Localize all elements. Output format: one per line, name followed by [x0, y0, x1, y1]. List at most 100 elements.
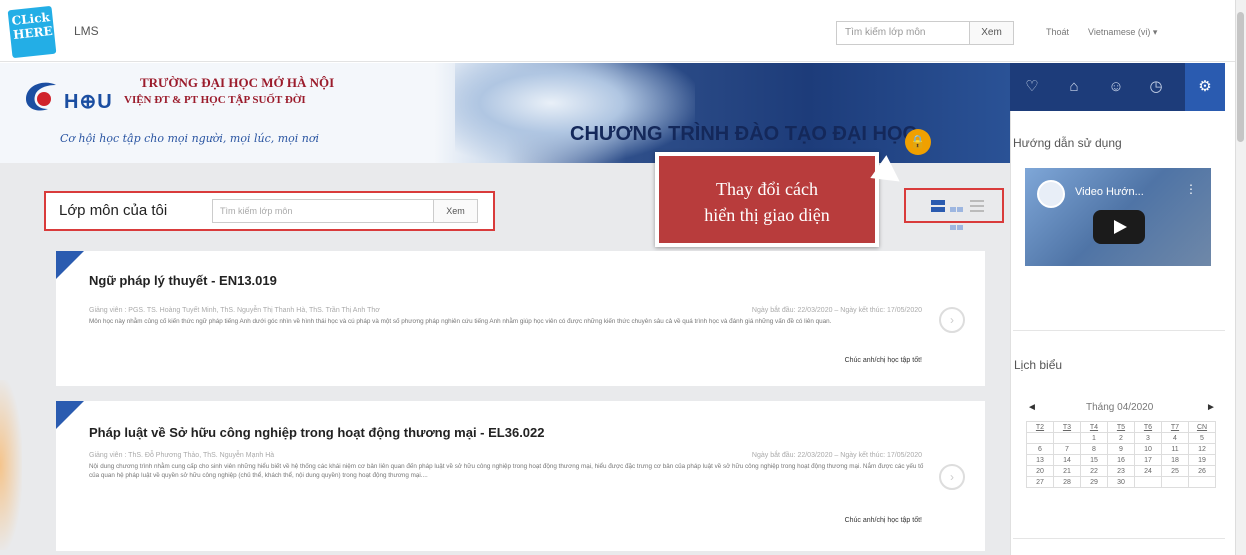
calendar-day[interactable]: 30 — [1107, 476, 1135, 488]
calendar-day[interactable] — [1161, 476, 1189, 488]
hou-logo-text: H⊕U — [64, 91, 113, 113]
gear-icon: ⚙ — [1198, 78, 1212, 95]
calendar-title: Lịch biểu — [1014, 358, 1063, 372]
app-name[interactable]: LMS — [74, 24, 99, 38]
weekday: T6 — [1134, 421, 1162, 433]
slogan: Cơ hội học tập cho mọi người, mọi lúc, m… — [60, 132, 320, 145]
calendar-day[interactable] — [1026, 432, 1054, 444]
calendar-day[interactable]: 7 — [1053, 443, 1081, 455]
calendar-day[interactable]: 24 — [1134, 465, 1162, 477]
card-corner-marker — [56, 251, 84, 279]
chevron-right-icon[interactable]: › — [939, 464, 965, 490]
clock-icon[interactable]: ◷ — [1146, 77, 1166, 97]
calendar-day[interactable]: 6 — [1026, 443, 1054, 455]
top-search-button[interactable]: Xem — [970, 21, 1014, 45]
course-teachers: Giảng viên : PGS. TS. Hoàng Tuyết Minh, … — [89, 307, 380, 314]
course-teachers: Giảng viên : ThS. Đỗ Phương Thảo, ThS. N… — [89, 452, 275, 459]
callout-line1: Thay đổi cách — [716, 179, 818, 199]
calendar-day[interactable]: 9 — [1107, 443, 1135, 455]
calendar-weekday-row: T2 T3 T4 T5 T6 T7 CN — [1026, 421, 1216, 433]
calendar-prev-button[interactable]: ◄ — [1027, 402, 1037, 413]
calendar-day[interactable] — [1053, 432, 1081, 444]
calendar-day[interactable]: 28 — [1053, 476, 1081, 488]
calendar-day[interactable]: 29 — [1080, 476, 1108, 488]
play-button[interactable] — [1093, 210, 1145, 244]
course-dates: Ngày bắt đầu: 22/03/2020 – Ngày kết thúc… — [751, 307, 922, 314]
list-view-icon[interactable] — [970, 200, 984, 212]
top-search-input[interactable]: Tìm kiếm lớp môn — [836, 21, 970, 45]
course-dates: Ngày bắt đầu: 22/03/2020 – Ngày kết thúc… — [751, 452, 922, 459]
more-options-icon[interactable]: ⋮ — [1185, 182, 1197, 196]
calendar-day[interactable]: 3 — [1134, 432, 1162, 444]
calendar-month[interactable]: Tháng 04/2020 — [1086, 402, 1153, 413]
calendar-day[interactable]: 13 — [1026, 454, 1054, 466]
top-navbar: CLick HERE LMS Tìm kiếm lớp môn Xem Thoá… — [0, 0, 1246, 62]
calendar-week: 1 2 3 4 5 — [1026, 432, 1216, 444]
calendar-week: 6 7 8 9 10 11 12 — [1026, 443, 1216, 455]
chevron-right-icon[interactable]: › — [939, 307, 965, 333]
user-icon[interactable]: ☺ — [1106, 77, 1126, 97]
calendar-day[interactable]: 17 — [1134, 454, 1162, 466]
calendar-day[interactable]: 10 — [1134, 443, 1162, 455]
settings-tab[interactable]: ⚙ — [1185, 63, 1225, 111]
decorative-glow — [0, 380, 22, 550]
course-description: Môn học này nhằm củng cố kiến thức ngữ p… — [89, 318, 832, 325]
card-corner-marker — [56, 401, 84, 429]
click-here-line2: HERE — [12, 23, 54, 42]
calendar-day[interactable]: 19 — [1188, 454, 1216, 466]
language-select[interactable]: Vietnamese (vi) ▾ — [1088, 27, 1157, 38]
course-card[interactable]: Pháp luật về Sở hữu công nghiệp trong ho… — [56, 401, 985, 551]
logout-link[interactable]: Thoát — [1046, 27, 1069, 37]
globe-graphic — [455, 63, 695, 163]
course-title[interactable]: Ngữ pháp lý thuyết - EN13.019 — [89, 273, 277, 288]
calendar-day[interactable]: 22 — [1080, 465, 1108, 477]
badge-icon[interactable]: ♡ — [1022, 77, 1042, 97]
guide-title: Hướng dẫn sử dụng — [1013, 136, 1122, 150]
calendar-day[interactable]: 21 — [1053, 465, 1081, 477]
bell-icon[interactable]: ⌂ — [1064, 77, 1084, 97]
course-title[interactable]: Pháp luật về Sở hữu công nghiệp trong ho… — [89, 425, 545, 440]
page-scrollbar[interactable] — [1235, 0, 1246, 555]
course-search-button[interactable]: Xem — [434, 199, 478, 223]
video-title: Video Hướn... — [1075, 186, 1144, 198]
calendar-day[interactable]: 23 — [1107, 465, 1135, 477]
calendar-day[interactable]: 4 — [1161, 432, 1189, 444]
calendar-day[interactable]: 27 — [1026, 476, 1054, 488]
calendar-day[interactable]: 11 — [1161, 443, 1189, 455]
callout-line2: hiển thị giao diện — [704, 205, 830, 225]
calendar-day[interactable]: 26 — [1188, 465, 1216, 477]
course-wish: Chúc anh/chị học tập tốt! — [844, 517, 922, 524]
calendar-day[interactable]: 2 — [1107, 432, 1135, 444]
click-here-logo[interactable]: CLick HERE — [7, 5, 57, 59]
calendar-day[interactable]: 15 — [1080, 454, 1108, 466]
calendar-next-button[interactable]: ► — [1206, 402, 1216, 413]
weekday: T4 — [1080, 421, 1108, 433]
calendar-day[interactable]: 18 — [1161, 454, 1189, 466]
calendar-day[interactable]: 5 — [1188, 432, 1216, 444]
university-name: TRƯỜNG ĐẠI HỌC MỞ HÀ NỘI — [140, 75, 335, 90]
guide-video[interactable]: Video Hướn... ⋮ — [1025, 168, 1211, 266]
my-courses-label: Lớp môn của tôi — [59, 202, 168, 219]
calendar-day[interactable] — [1134, 476, 1162, 488]
weekday: T5 — [1107, 421, 1135, 433]
calendar-day[interactable]: 25 — [1161, 465, 1189, 477]
course-search-input[interactable]: Tìm kiếm lớp môn — [212, 199, 434, 223]
scrollbar-thumb[interactable] — [1237, 12, 1244, 142]
calendar-day[interactable]: 20 — [1026, 465, 1054, 477]
calendar-day[interactable]: 8 — [1080, 443, 1108, 455]
calendar-day[interactable]: 16 — [1107, 454, 1135, 466]
calendar-day[interactable]: 14 — [1053, 454, 1081, 466]
hou-logo-icon — [26, 82, 56, 111]
course-card[interactable]: Ngữ pháp lý thuyết - EN13.019 Giảng viên… — [56, 251, 985, 386]
calendar-day[interactable] — [1188, 476, 1216, 488]
weekday: CN — [1188, 421, 1216, 433]
card-view-icon[interactable] — [931, 200, 945, 212]
grid-view-icon[interactable] — [950, 200, 964, 230]
calendar-grid: T2 T3 T4 T5 T6 T7 CN 1 2 3 4 5 6 7 8 9 1… — [1026, 421, 1216, 488]
calendar-week: 27 28 29 30 — [1026, 476, 1216, 488]
my-courses-bar: Lớp môn của tôi Tìm kiếm lớp môn Xem — [44, 191, 495, 231]
calendar-day[interactable]: 1 — [1080, 432, 1108, 444]
weekday: T2 — [1026, 421, 1054, 433]
calendar-day[interactable]: 12 — [1188, 443, 1216, 455]
lock-icon: 🔒 — [905, 129, 931, 155]
